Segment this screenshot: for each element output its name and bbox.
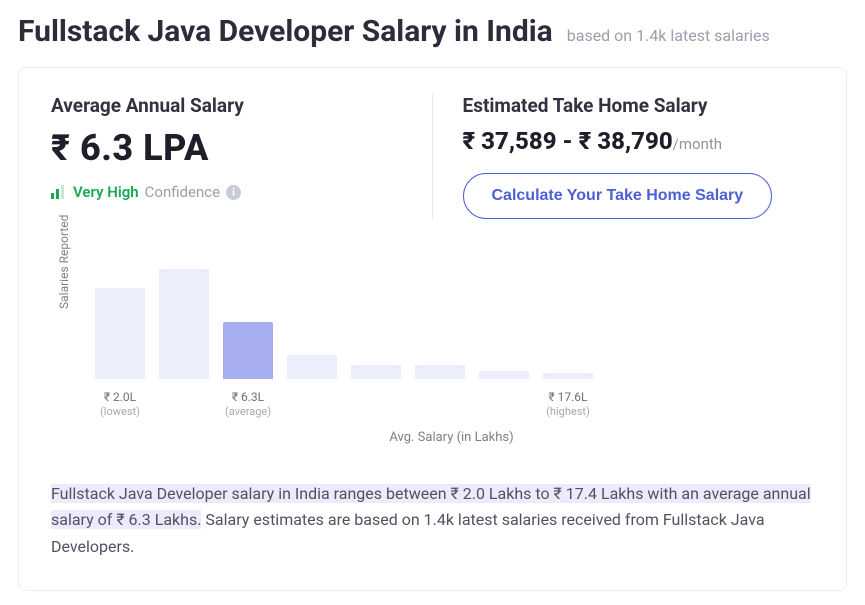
histogram-bar	[287, 355, 337, 379]
histogram-bar	[351, 365, 401, 379]
histogram-bar-label: ₹ 6.3L(average)	[223, 389, 273, 420]
histogram-bar-label	[415, 389, 465, 420]
salary-histogram: Salaries Reported ₹ 2.0L(lowest)₹ 6.3L(a…	[51, 259, 814, 445]
avg-salary-heading: Average Annual Salary	[51, 94, 402, 117]
histogram-bar	[415, 365, 465, 379]
histogram-bar-label	[479, 389, 529, 420]
histogram-bar-label	[287, 389, 337, 420]
chart-xlabel: Avg. Salary (in Lakhs)	[89, 430, 814, 445]
calculate-takehome-button[interactable]: Calculate Your Take Home Salary	[463, 173, 773, 219]
salary-description: Fullstack Java Developer salary in India…	[51, 481, 814, 560]
histogram-bar	[95, 288, 145, 379]
bars-icon	[51, 185, 67, 199]
histogram-bar-label	[159, 389, 209, 420]
histogram-bar-label	[351, 389, 401, 420]
salary-card: Average Annual Salary ₹ 6.3 LPA Very Hig…	[18, 67, 847, 591]
takehome-suffix: /month	[673, 135, 722, 153]
takehome-heading: Estimated Take Home Salary	[463, 94, 815, 117]
histogram-bar	[543, 373, 593, 379]
takehome-range: ₹ 37,589 - ₹ 38,790	[463, 127, 673, 155]
histogram-bar	[223, 322, 273, 380]
info-icon[interactable]: i	[226, 185, 241, 200]
confidence-level: Very High	[73, 183, 139, 201]
histogram-bar-label: ₹ 17.6L(highest)	[543, 389, 593, 420]
histogram-bar-label: ₹ 2.0L(lowest)	[95, 389, 145, 420]
histogram-bar	[479, 371, 529, 379]
confidence-label: Confidence	[145, 183, 220, 201]
page-subtitle: based on 1.4k latest salaries	[567, 26, 770, 45]
takehome-value: ₹ 37,589 - ₹ 38,790/month	[463, 127, 815, 155]
avg-salary-value: ₹ 6.3 LPA	[51, 127, 402, 169]
chart-ylabel: Salaries Reported	[57, 215, 71, 309]
page-title: Fullstack Java Developer Salary in India	[18, 14, 553, 49]
histogram-bar	[159, 269, 209, 379]
